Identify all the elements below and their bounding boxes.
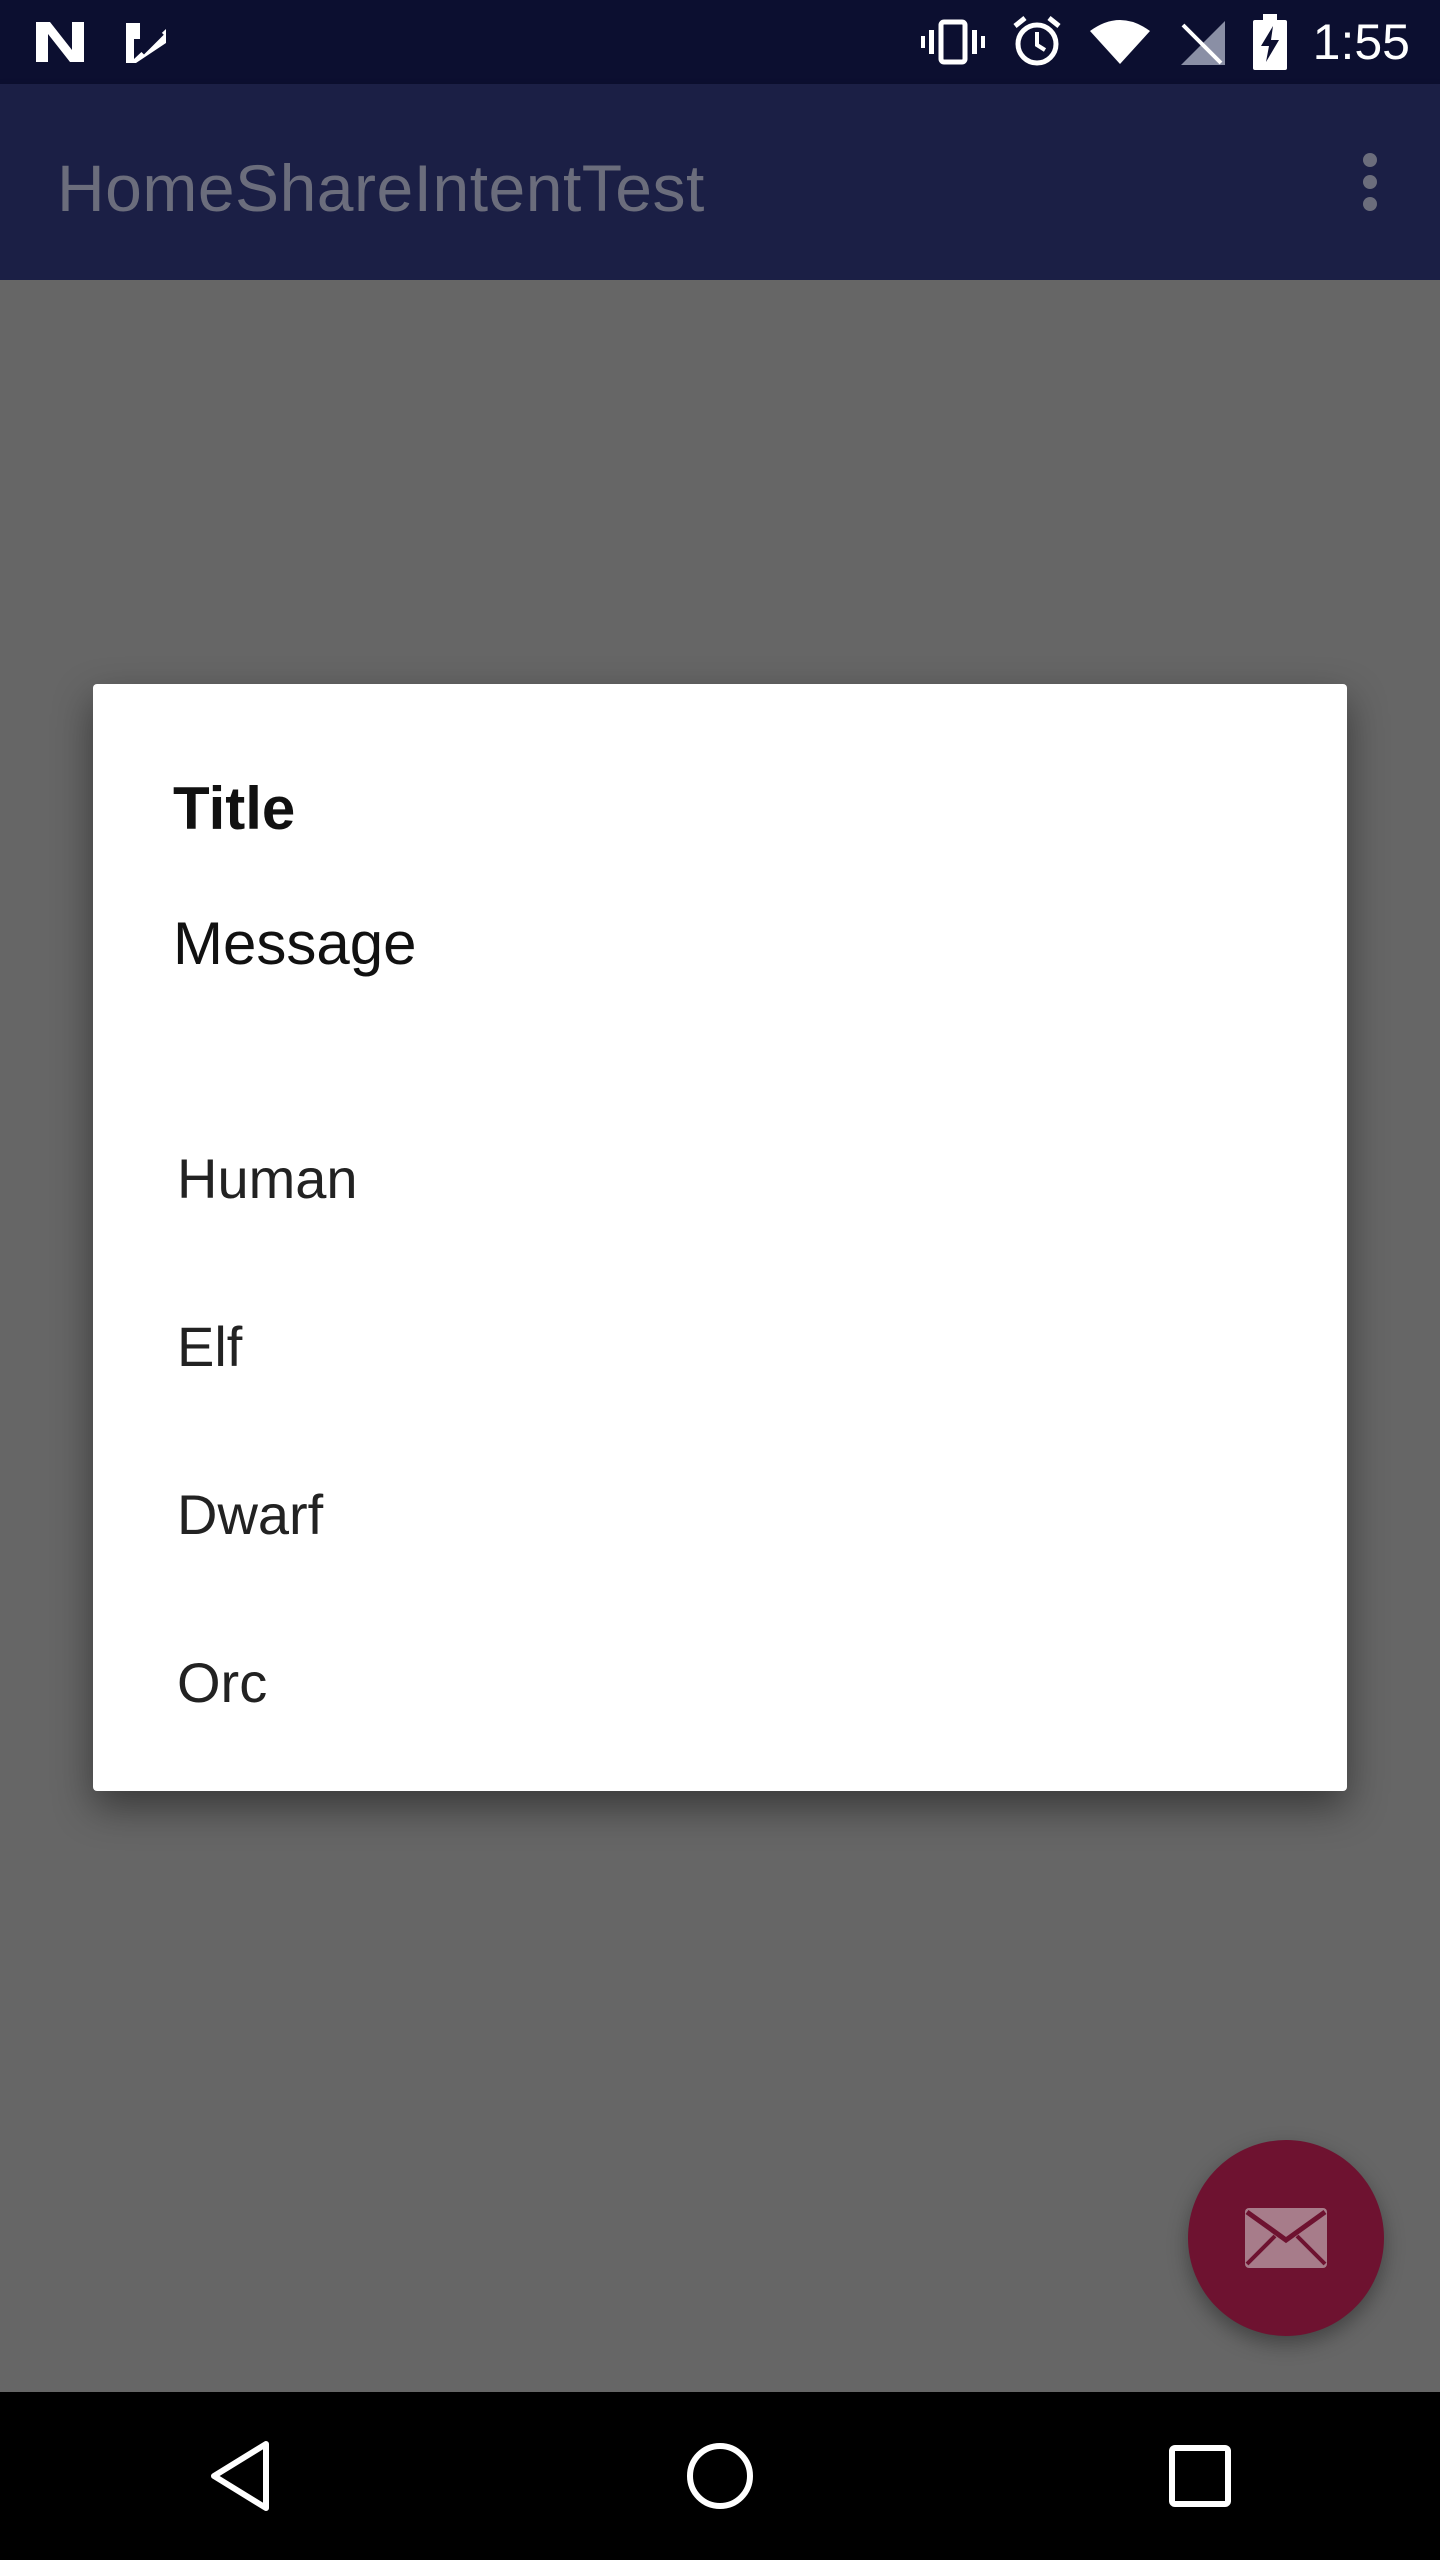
check-notification-icon [122,19,170,65]
status-time: 1:55 [1312,14,1410,70]
status-bar: 1:55 [0,0,1440,84]
navigation-bar [0,2392,1440,2560]
list-item-label: Orc [177,1650,268,1714]
app-bar: HomeShareIntentTest [0,84,1440,280]
recents-button[interactable] [1130,2406,1270,2546]
list-item-orc[interactable]: Orc [93,1598,1347,1766]
more-vert-icon [1363,153,1377,211]
list-item-dwarf[interactable]: Dwarf [93,1430,1347,1598]
list-item-label: Dwarf [177,1482,324,1546]
email-icon [1245,2208,1327,2268]
app-title: HomeShareIntentTest [57,151,705,225]
list-item-human[interactable]: Human [93,1094,1347,1262]
n-notification-icon [34,20,86,64]
status-left-icons [0,19,170,65]
home-icon [687,2443,753,2509]
list-item-elf[interactable]: Elf [93,1262,1347,1430]
status-right-icons: 1:55 [920,13,1440,71]
battery-charging-icon [1252,14,1287,70]
recents-icon [1169,2445,1231,2507]
wifi-icon [1089,19,1151,65]
home-button[interactable] [650,2406,790,2546]
back-icon [211,2441,269,2511]
no-sim-icon [1177,17,1227,67]
vibrate-icon [920,18,985,66]
alarm-icon [1011,16,1063,68]
dialog-title: Title [173,775,296,842]
email-fab-button[interactable] [1188,2140,1384,2336]
list-item-label: Human [177,1146,358,1210]
overflow-menu-button[interactable] [1330,142,1410,222]
list-item-label: Elf [177,1314,243,1378]
dialog-message: Message [173,910,417,977]
back-button[interactable] [170,2406,310,2546]
